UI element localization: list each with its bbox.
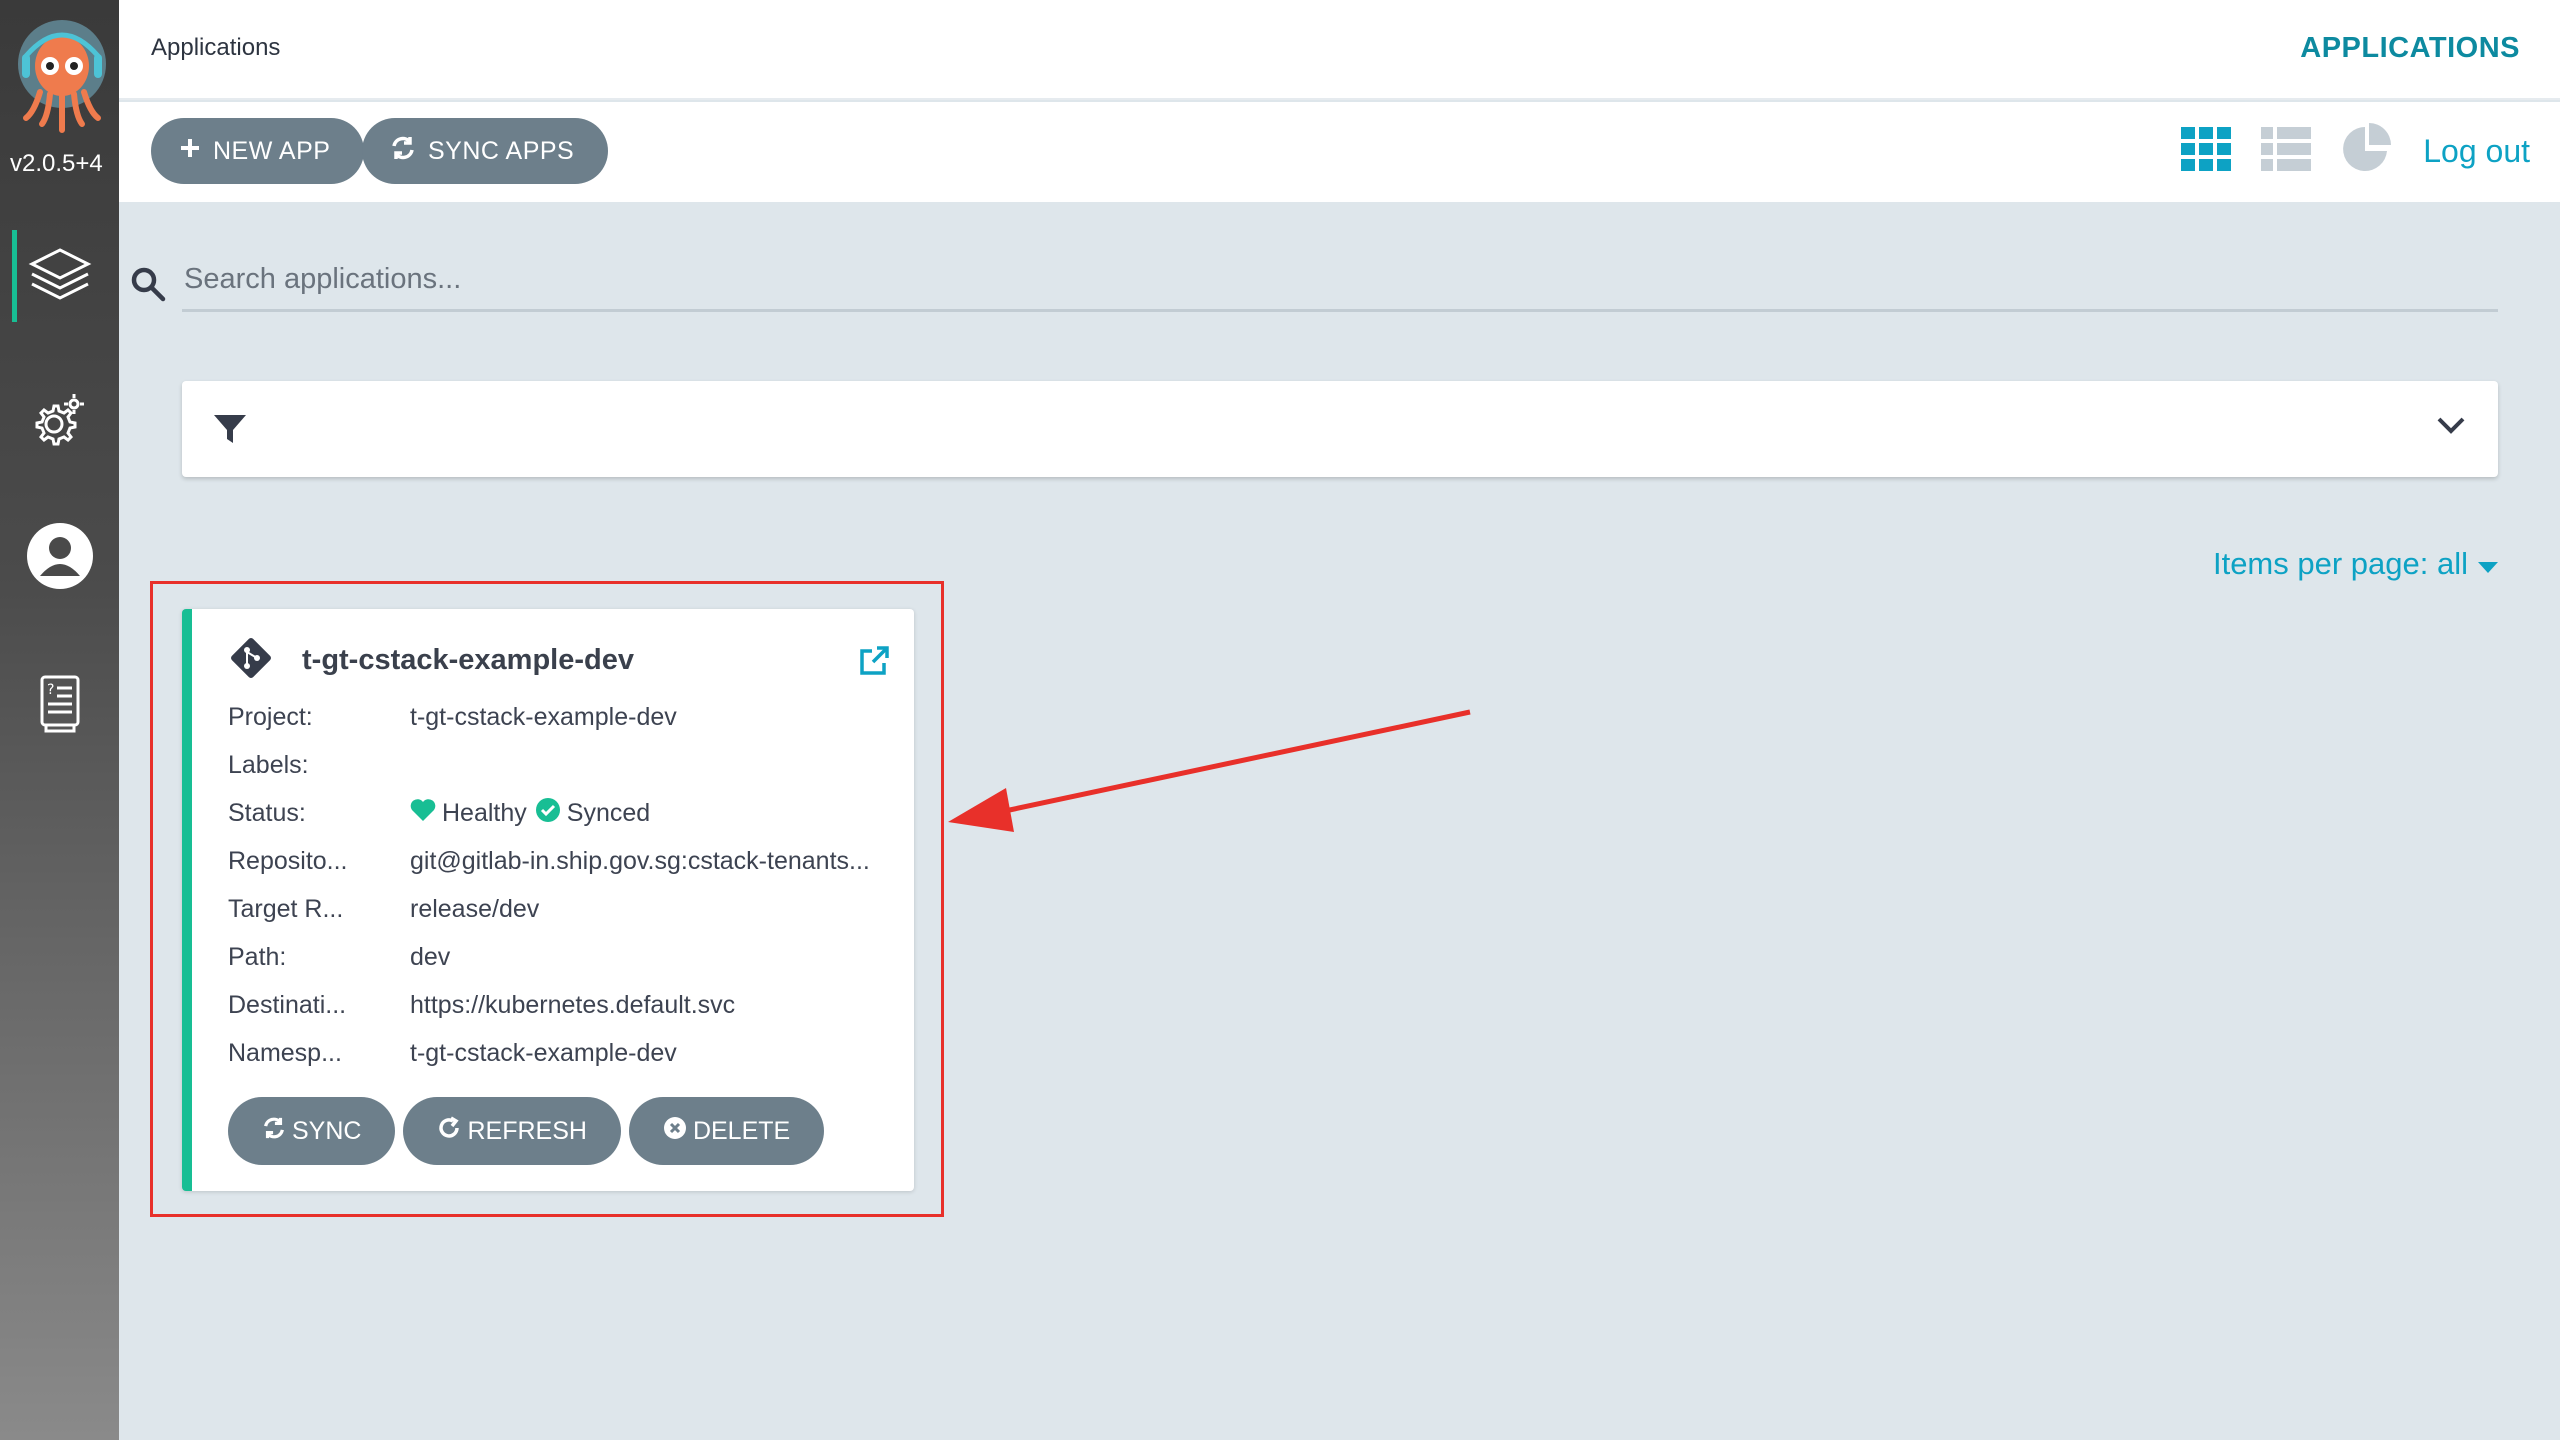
gear-icon bbox=[30, 390, 90, 450]
search-input[interactable] bbox=[182, 250, 2498, 312]
chevron-down-icon[interactable] bbox=[2436, 415, 2466, 440]
logout-link[interactable]: Log out bbox=[2423, 133, 2530, 170]
annotation-highlight-box bbox=[150, 581, 944, 1217]
view-switcher: Log out bbox=[2181, 118, 2530, 184]
sidebar: v2.0.5+4 ? bbox=[0, 0, 119, 1440]
pie-chart-icon[interactable] bbox=[2341, 122, 2393, 180]
svg-text:?: ? bbox=[47, 682, 54, 698]
version-label: v2.0.5+4 bbox=[10, 150, 103, 177]
sync-apps-label: SYNC APPS bbox=[428, 136, 575, 165]
plus-icon bbox=[179, 137, 201, 166]
sync-apps-button[interactable]: SYNC APPS bbox=[362, 118, 609, 184]
argo-logo[interactable] bbox=[14, 18, 110, 142]
breadcrumb[interactable]: Applications bbox=[151, 34, 280, 62]
new-app-label: NEW APP bbox=[213, 136, 331, 165]
annotation-arrow bbox=[948, 709, 1471, 832]
sidebar-item-settings[interactable] bbox=[0, 370, 119, 470]
search-bar bbox=[130, 250, 2498, 314]
items-per-page-label: Items per page: all bbox=[2212, 546, 2468, 581]
toolbar: NEW APP SYNC APPS Log out bbox=[119, 102, 2560, 202]
search-icon bbox=[130, 266, 166, 307]
layers-icon bbox=[28, 244, 92, 308]
caret-down-icon bbox=[2478, 546, 2498, 582]
grid-icon[interactable] bbox=[2181, 126, 2232, 176]
list-icon[interactable] bbox=[2261, 126, 2312, 176]
top-header: Applications APPLICATIONS bbox=[119, 0, 2560, 100]
filter-bar[interactable] bbox=[182, 381, 2498, 477]
items-per-page-dropdown[interactable]: Items per page: all bbox=[2213, 546, 2498, 582]
sidebar-item-user-info[interactable] bbox=[0, 506, 119, 606]
sidebar-item-docs[interactable]: ? bbox=[0, 654, 119, 754]
sidebar-item-applications[interactable] bbox=[0, 226, 119, 326]
page-title: APPLICATIONS bbox=[2300, 32, 2520, 64]
user-icon bbox=[26, 522, 94, 590]
filter-icon bbox=[214, 413, 246, 450]
new-app-button[interactable]: NEW APP bbox=[151, 118, 365, 184]
sync-icon bbox=[390, 135, 416, 168]
docs-icon: ? bbox=[36, 674, 84, 734]
